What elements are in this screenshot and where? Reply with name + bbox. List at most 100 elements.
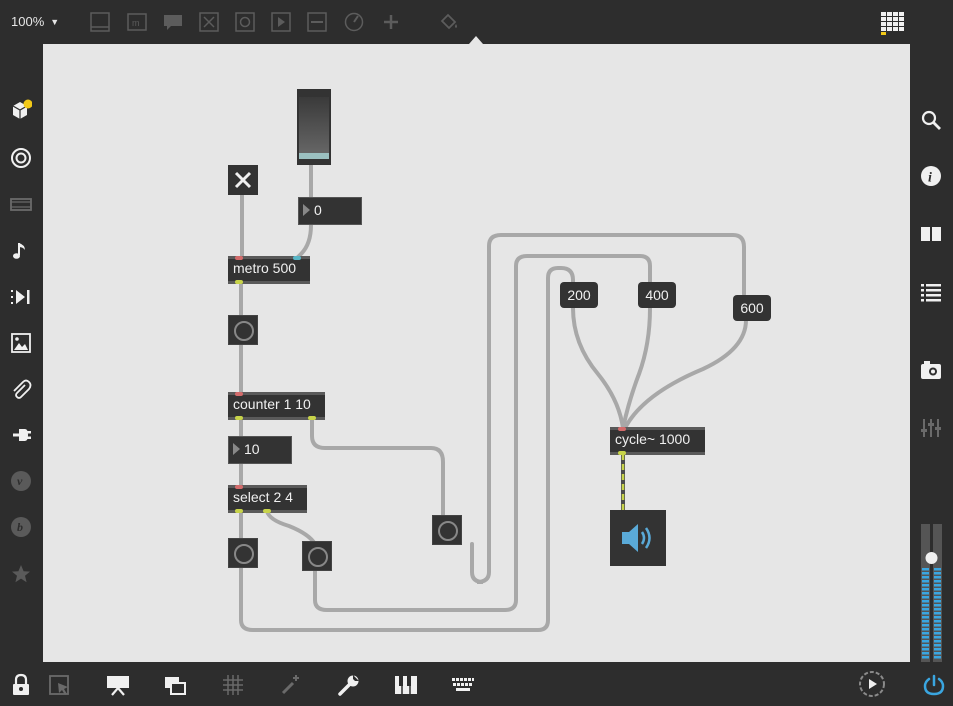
meter-segment	[922, 644, 929, 647]
piano-icon[interactable]	[394, 673, 418, 697]
meter-segment	[922, 624, 929, 627]
grid-menu-icon[interactable]	[880, 10, 906, 36]
meter-segment	[934, 604, 941, 607]
meter-segment	[922, 656, 929, 659]
cycle-label: cycle~ 1000	[615, 431, 691, 447]
lock-icon[interactable]	[9, 673, 33, 697]
counter-outlet[interactable]	[235, 416, 243, 420]
playbar-icon[interactable]	[270, 11, 292, 33]
select-inlet[interactable]	[235, 485, 243, 489]
zoom-level: 100%	[11, 14, 45, 29]
meter-segment	[934, 596, 941, 599]
bang-button[interactable]	[432, 515, 462, 545]
message-text: 200	[567, 287, 591, 303]
presentation-mode-icon[interactable]	[106, 673, 130, 697]
add-icon[interactable]	[380, 11, 402, 33]
list-icon[interactable]	[920, 281, 942, 303]
svg-text:v: v	[17, 474, 23, 488]
meter-segment	[922, 604, 929, 607]
meter-segment	[922, 640, 929, 643]
meter-segment	[934, 572, 941, 575]
meter-segment	[934, 576, 941, 579]
message-icon[interactable]	[162, 11, 184, 33]
metro-outlet[interactable]	[235, 280, 243, 284]
number-box-counter[interactable]: 10	[228, 436, 292, 464]
package-icon[interactable]	[10, 99, 33, 121]
vimeo-icon[interactable]: v	[10, 470, 32, 492]
meter-segment	[934, 612, 941, 615]
meter-segment	[922, 592, 929, 595]
meter-segment	[934, 628, 941, 631]
metro-inlet-right[interactable]	[293, 256, 301, 260]
mixer-icon[interactable]	[920, 417, 942, 439]
keyboard-icon[interactable]	[451, 673, 475, 697]
counter-inlet[interactable]	[235, 392, 243, 396]
meter-segment	[922, 612, 929, 615]
audio-output-button[interactable]	[610, 510, 666, 566]
paperclip-icon[interactable]	[10, 378, 32, 400]
meter-segment	[922, 620, 929, 623]
transport-icon[interactable]	[858, 670, 886, 698]
media-step-icon[interactable]	[10, 286, 32, 308]
meter-segment	[934, 632, 941, 635]
plug-icon[interactable]	[10, 424, 32, 446]
toggle-icon[interactable]	[198, 11, 220, 33]
bang-icon[interactable]	[234, 11, 256, 38]
slider-knob[interactable]	[299, 153, 329, 159]
meter-segment	[934, 620, 941, 623]
info-icon[interactable]: i	[920, 165, 942, 187]
metro-inlet[interactable]	[235, 256, 243, 260]
wrench-icon[interactable]	[337, 673, 361, 697]
svg-text:b: b	[17, 520, 23, 534]
select-label: select 2 4	[233, 489, 293, 505]
select-cursor-icon[interactable]	[48, 673, 72, 697]
speaker-icon	[622, 524, 651, 552]
video-icon[interactable]	[10, 193, 32, 215]
paint-bucket-icon[interactable]	[438, 11, 460, 33]
meter-segment	[934, 592, 941, 595]
zoom-menu[interactable]: 100% ▼	[11, 14, 59, 29]
presentation-icon[interactable]	[89, 11, 111, 33]
wand-icon[interactable]	[279, 673, 303, 697]
message-200[interactable]: 200	[560, 282, 598, 308]
message-600[interactable]: 600	[733, 295, 771, 321]
star-icon[interactable]	[10, 563, 32, 585]
meter-segment	[922, 628, 929, 631]
meter-segment	[922, 584, 929, 587]
master-gain-meter[interactable]	[921, 524, 943, 662]
windows-icon[interactable]	[163, 673, 187, 697]
patcher-canvas[interactable]: 0 metro 500 counter 1 10 10 select 2 4 2…	[43, 44, 910, 662]
counter-carry-outlet[interactable]	[308, 416, 316, 420]
toggle[interactable]	[228, 165, 258, 195]
meter-segment	[934, 644, 941, 647]
slider-icon[interactable]	[306, 11, 328, 33]
meter-segment	[934, 580, 941, 583]
bandcamp-icon[interactable]: b	[10, 516, 32, 538]
bang-button[interactable]	[302, 541, 332, 571]
select-outlet-1[interactable]	[235, 509, 243, 513]
select-outlet-2[interactable]	[263, 509, 271, 513]
music-note-icon[interactable]	[10, 240, 32, 262]
message-400[interactable]: 400	[638, 282, 676, 308]
comment-icon[interactable]: m	[126, 11, 148, 33]
grid-icon[interactable]	[221, 673, 245, 697]
svg-text:m: m	[132, 18, 140, 28]
number-arrow-icon	[303, 204, 310, 217]
search-icon[interactable]	[920, 109, 942, 131]
camera-icon[interactable]	[920, 359, 942, 381]
meter-segment	[922, 636, 929, 639]
bang-button[interactable]	[228, 315, 258, 345]
meter-segment	[922, 580, 929, 583]
cycle-inlet[interactable]	[618, 427, 626, 431]
dial-icon[interactable]	[343, 11, 365, 33]
vertical-slider[interactable]	[297, 89, 331, 165]
target-icon[interactable]	[10, 147, 32, 169]
book-icon[interactable]	[920, 223, 942, 245]
meter-segment	[934, 648, 941, 651]
number-box[interactable]: 0	[298, 197, 362, 225]
image-icon[interactable]	[10, 332, 32, 354]
meter-segment	[934, 600, 941, 603]
power-icon[interactable]	[922, 673, 946, 697]
bang-button[interactable]	[228, 538, 258, 568]
cycle-outlet[interactable]	[618, 451, 626, 455]
